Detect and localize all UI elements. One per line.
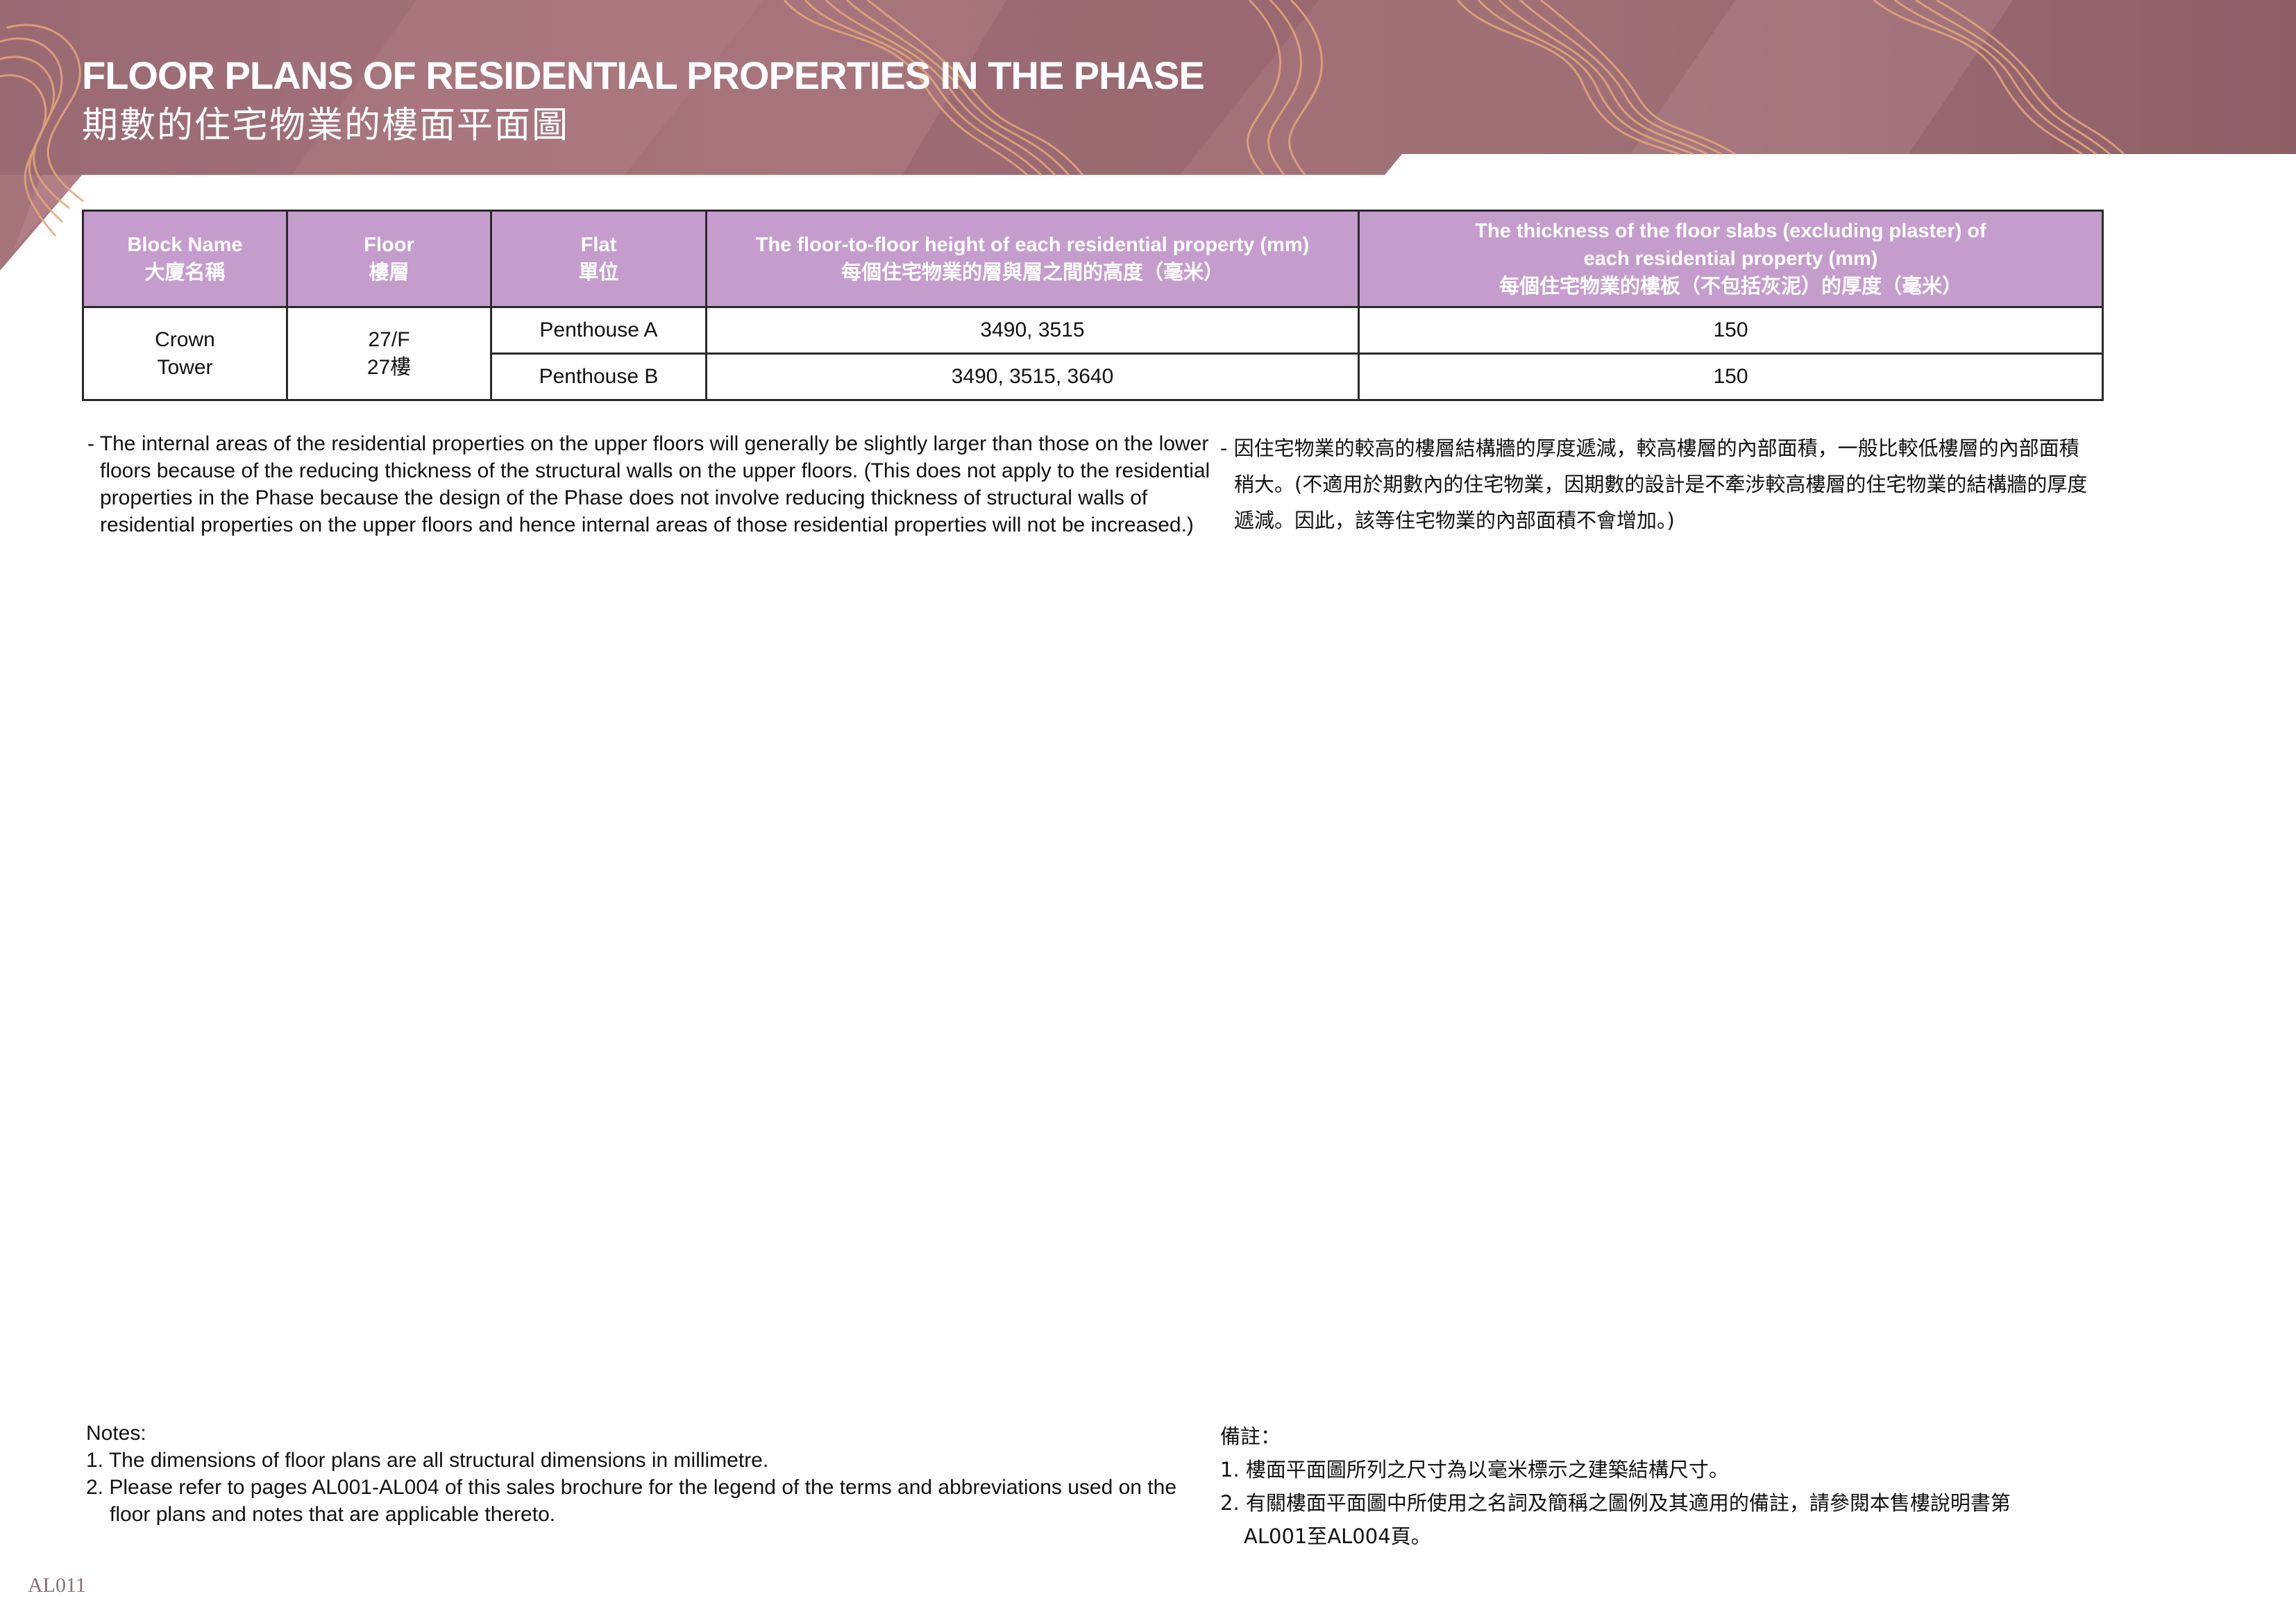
cell-height: 3490, 3515 — [705, 306, 1360, 355]
col-header-flat: Flat 單位 — [490, 210, 707, 308]
col-header-height-en: The floor-to-floor height of each reside… — [755, 234, 1310, 256]
notes-heading-zh: 備註： — [1220, 1425, 1281, 1448]
notes-heading-en: Notes: — [86, 1422, 146, 1445]
notes-item-en: 1. The dimensions of floor plans are all… — [86, 1449, 769, 1472]
notes-item-en: 2. Please refer to pages AL001-AL004 of … — [86, 1476, 1177, 1526]
floor-line2: 27樓 — [366, 355, 412, 379]
floor-height-table: Block Name 大廈名稱 Floor 樓層 Flat 單位 The flo… — [82, 210, 2104, 401]
block-name-line2: Tower — [157, 355, 213, 379]
col-header-floor: Floor 樓層 — [286, 210, 492, 308]
page-number: AL011 — [28, 1574, 86, 1597]
col-header-block: Block Name 大廈名稱 — [82, 210, 288, 308]
col-header-floor-zh: 樓層 — [369, 262, 410, 284]
col-header-block-en: Block Name — [127, 234, 243, 256]
col-header-thickness-zh: 每個住宅物業的樓板（不包括灰泥）的厚度（毫米） — [1499, 275, 1962, 298]
notes-item-zh: 1. 樓面平面圖所列之尺寸為以毫米標示之建築結構尺寸。 — [1220, 1458, 1729, 1481]
col-header-height-zh: 每個住宅物業的層與層之間的高度（毫米） — [841, 262, 1224, 284]
cell-thickness: 150 — [1358, 306, 2104, 355]
cell-flat: Penthouse B — [490, 352, 707, 401]
col-header-flat-zh: 單位 — [578, 262, 619, 284]
notes-zh: 備註： 1. 樓面平面圖所列之尺寸為以毫米標示之建築結構尺寸。 2. 有關樓面平… — [1220, 1420, 2074, 1553]
cell-flat: Penthouse A — [490, 306, 707, 355]
col-header-block-zh: 大廈名稱 — [144, 262, 226, 284]
cell-thickness: 150 — [1358, 352, 2104, 401]
page-title-zh: 期數的住宅物業的樓面平面圖 — [82, 105, 570, 146]
cell-height: 3490, 3515, 3640 — [705, 352, 1360, 401]
col-header-thickness-en-1: The thickness of the floor slabs (exclud… — [1475, 220, 1986, 242]
notes-item-zh: 2. 有關樓面平面圖中所使用之名詞及簡稱之圖例及其適用的備註，請參閱本售樓說明書… — [1220, 1491, 2011, 1548]
col-header-flat-en: Flat — [580, 234, 617, 256]
col-header-thickness-en-2: each residential property (mm) — [1583, 248, 1878, 270]
col-header-thickness: The thickness of the floor slabs (exclud… — [1358, 210, 2104, 308]
table-row: Crown Tower 27/F 27樓 Penthouse A 3490, 3… — [82, 306, 2104, 401]
page-title-en: FLOOR PLANS OF RESIDENTIAL PROPERTIES IN… — [82, 53, 1205, 97]
remark-zh: - 因住宅物業的較高的樓層結構牆的厚度遞減，較高樓層的內部面積，一般比較低樓層的… — [1220, 436, 2088, 532]
col-header-height: The floor-to-floor height of each reside… — [705, 210, 1360, 308]
block-name-line1: Crown — [155, 328, 215, 351]
cell-floor: 27/F 27樓 — [286, 306, 492, 401]
col-header-floor-en: Floor — [364, 234, 414, 256]
cell-block-name: Crown Tower — [82, 306, 288, 401]
floor-line1: 27/F — [368, 328, 410, 351]
notes-en: Notes: 1. The dimensions of floor plans … — [86, 1420, 1197, 1528]
remark-en: - The internal areas of the residential … — [87, 432, 1210, 536]
table-header-row: Block Name 大廈名稱 Floor 樓層 Flat 單位 The flo… — [82, 210, 2104, 308]
